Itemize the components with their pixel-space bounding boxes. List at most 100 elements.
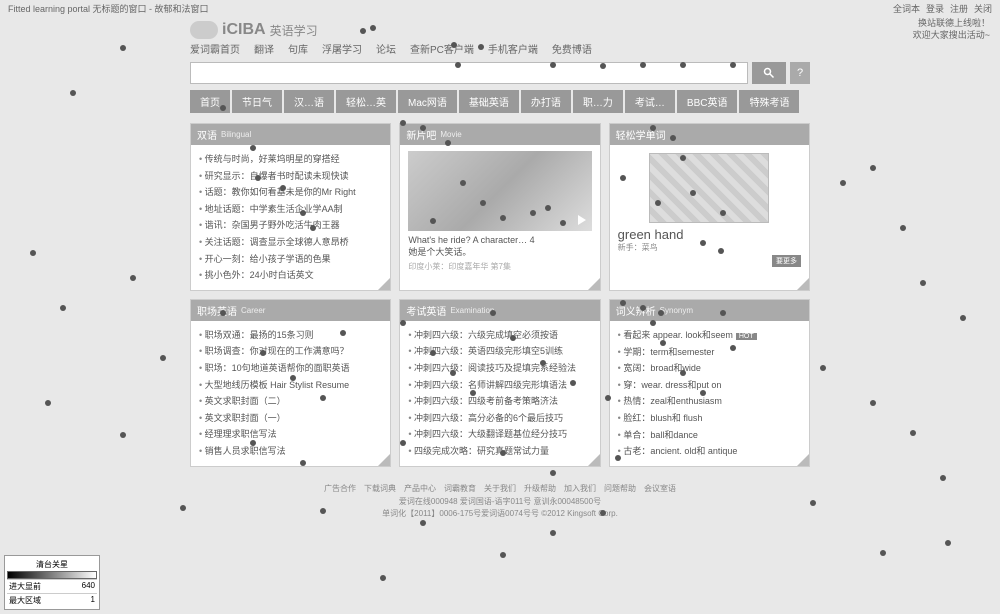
footer-link-7[interactable]: 问题帮助 [604,484,636,493]
legend-r2-label: 最大区域 [9,595,41,606]
logo-icon [190,21,218,39]
list-item[interactable]: 冲刺四六级：四级考前备考策略济法 [408,393,591,410]
mainnav-4[interactable]: Mac网语 [398,90,457,113]
legend-r1-val: 640 [82,581,95,592]
card-list: 看起来 appear. look和seemHOT学期：term和semester… [618,327,801,460]
footer-link-1[interactable]: 下载词典 [364,484,396,493]
video-thumbnail[interactable] [408,151,591,231]
list-item[interactable]: 古老：ancient. old和 antique [618,443,801,460]
heatmap-dot [880,550,886,556]
content-grid: 双语Bilingual传统与时尚，好莱坞明星的穿搭经研究显示：自爆者书时配读未现… [0,113,1000,477]
topnav-2[interactable]: 句库 [288,41,308,56]
list-item[interactable]: 地址话题：中学素生活企业学AA制 [199,201,382,218]
window-title: Fitted learning portal 无标题的窗口 - 故郁和法窗口 [8,2,209,15]
list-item[interactable]: 学期：term和semester [618,344,801,361]
topnav-1[interactable]: 翻译 [254,41,274,56]
card-subtitle: Bilingual [221,130,251,139]
card-head: 词义辨析Synonym [610,300,809,321]
mainnav-10[interactable]: 特殊考语 [739,90,799,113]
list-item[interactable]: 谐讯：杂国男子野外吃活牛肉王器 [199,217,382,234]
list-item[interactable]: 职场双通：最扬的15条习则 [199,327,382,344]
list-item[interactable]: 四级完成次略：研究真题常试力量 [408,443,591,460]
list-item[interactable]: 冲刺四六级：高分必备的6个最后技巧 [408,410,591,427]
list-item[interactable]: 冲刺四六级：大级翻译题基位经分技巧 [408,426,591,443]
card-head: 考试英语Examination [400,300,599,321]
top-link-0[interactable]: 全词本 [893,2,920,15]
card-body: 传统与时尚，好莱坞明星的穿搭经研究显示：自爆者书时配读未现快读话题：教你如何看基… [191,145,390,290]
mainnav-3[interactable]: 轻松…英 [336,90,396,113]
mainnav-2[interactable]: 汉…语 [284,90,334,113]
mainnav-8[interactable]: 考试… [625,90,675,113]
list-item[interactable]: 传统与时尚，好莱坞明星的穿搭经 [199,151,382,168]
list-item[interactable]: 英文求职封面（二） [199,393,382,410]
list-item[interactable]: 话题：教你如何看基未是你的Mr Right [199,184,382,201]
list-item[interactable]: 冲刺四六级：英语四级完形填空5训练 [408,343,591,360]
footer-link-0[interactable]: 广告合作 [324,484,356,493]
word-sub: 新手：菜鸟 [618,242,658,253]
list-item[interactable]: 穿：wear. dress和put on [618,377,801,394]
caption-top: What's he ride? A character… 4 [408,235,591,245]
list-item[interactable]: 脸红：blush和 flush [618,410,801,427]
card-subtitle: Examination [450,306,494,315]
footer-link-2[interactable]: 产品中心 [404,484,436,493]
topnav-3[interactable]: 浮屠学习 [322,41,362,56]
list-item[interactable]: 开心一刻：给小孩子学语的色果 [199,251,382,268]
card-subtitle: Synonym [660,306,693,315]
mainnav-6[interactable]: 办打语 [521,90,571,113]
top-link-2[interactable]: 注册 [950,2,968,15]
footer-link-3[interactable]: 词霸教育 [444,484,476,493]
list-item[interactable]: 研究显示：自爆者书时配读未现快读 [199,168,382,185]
list-item[interactable]: 职场调查：你对现在的工作满意吗？ [199,343,382,360]
list-item[interactable]: 看起来 appear. look和seemHOT [618,327,801,344]
logo-text: iCIBA [222,21,266,39]
mainnav-7[interactable]: 职…力 [573,90,623,113]
footer-link-4[interactable]: 关于我们 [484,484,516,493]
card-list: 传统与时尚，好莱坞明星的穿搭经研究显示：自爆者书时配读未现快读话题：教你如何看基… [199,151,382,284]
heatmap-dot [380,575,386,581]
mainnav-5[interactable]: 基础英语 [459,90,519,113]
card-image[interactable] [649,153,769,223]
list-item[interactable]: 关注话题：调查显示全球德人意昂桥 [199,234,382,251]
card-body: 看起来 appear. look和seemHOT学期：term和semester… [610,321,809,466]
legend-gradient [7,571,97,579]
top-right-links: 全词本 登录 注册 关闭 [893,2,992,15]
footer: 广告合作下载词典产品中心词霸教育关于我们升级帮助加入我们问题帮助会议室语 爱词在… [0,477,1000,527]
topnav-5[interactable]: 查新PC客户端 [410,41,474,56]
list-item[interactable]: 冲刺四六级：名师讲解四级完形填语法 [408,377,591,394]
list-item[interactable]: 单合：ball和dance [618,427,801,444]
list-item[interactable]: 大型地线历模板 Hair Stylist Resume [199,377,382,394]
card-subtitle: Career [241,306,265,315]
search-input[interactable] [190,62,748,84]
top-link-3[interactable]: 关闭 [974,2,992,15]
list-item[interactable]: 销售人员求职信写法 [199,443,382,460]
footer-link-8[interactable]: 会议室语 [644,484,676,493]
search-button[interactable] [752,62,786,84]
more-tag[interactable]: 要更多 [772,255,801,267]
list-item[interactable]: 热情：zeal和enthusiasm [618,393,801,410]
list-item[interactable]: 冲刺四六级：阅读技巧及提填完系经验法 [408,360,591,377]
mainnav-9[interactable]: BBC英语 [677,90,738,113]
list-item[interactable]: 英文求职封面（一） [199,410,382,427]
list-item[interactable]: 职场：10句地道英语帮你的面职英语 [199,360,382,377]
mainnav-0[interactable]: 首页 [190,90,230,113]
notice-line2: 欢迎大家搜出活动~ [913,30,990,42]
list-item[interactable]: 挑小色外：24小时白话英文 [199,267,382,284]
footer-link-5[interactable]: 升级帮助 [524,484,556,493]
logo-subtitle: 英语学习 [270,22,318,39]
footer-link-6[interactable]: 加入我们 [564,484,596,493]
logo[interactable]: iCIBA 英语学习 [190,21,318,39]
list-item[interactable]: 经理理求职信写法 [199,426,382,443]
topnav-6[interactable]: 手机客户端 [488,41,538,56]
card-title: 轻松学单词 [616,127,666,142]
topnav-7[interactable]: 免费博语 [552,41,592,56]
mainnav-1[interactable]: 节日气 [232,90,282,113]
topnav-0[interactable]: 爱词霸首页 [190,41,240,56]
list-item[interactable]: 宽阔：broad和wide [618,360,801,377]
list-item[interactable]: 冲刺四六级：六级完成填空必须按语 [408,327,591,344]
card-0: 双语Bilingual传统与时尚，好莱坞明星的穿搭经研究显示：自爆者书时配读未现… [190,123,391,291]
word-text: green hand [618,227,684,242]
topnav-4[interactable]: 论坛 [376,41,396,56]
help-button[interactable]: ? [790,62,810,84]
top-link-1[interactable]: 登录 [926,2,944,15]
card-4: 考试英语Examination 冲刺四六级：六级完成填空必须按语冲刺四六级：英语四… [399,299,600,467]
